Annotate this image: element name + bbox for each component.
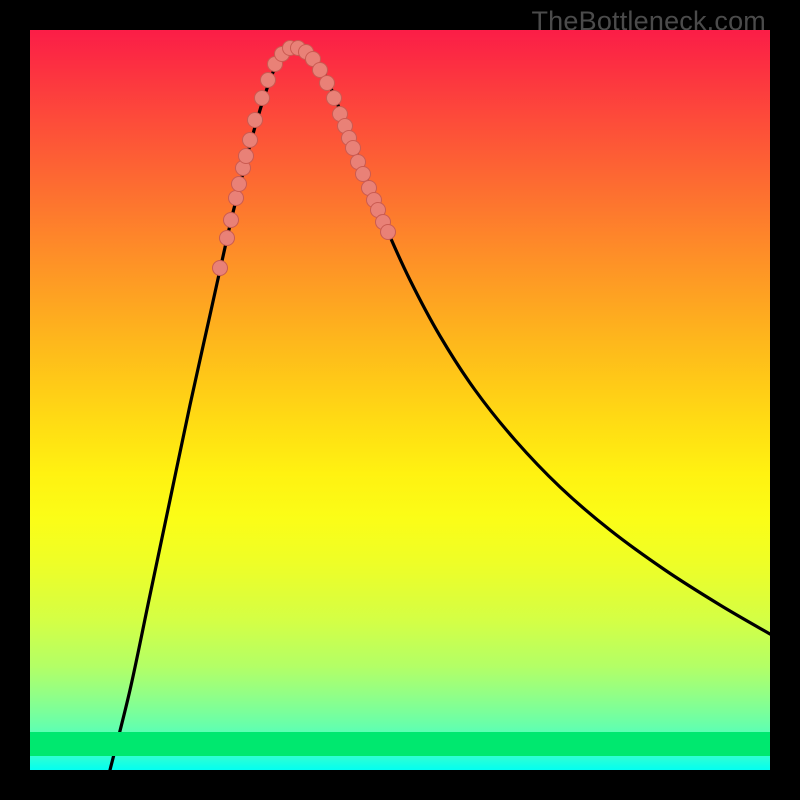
data-dot bbox=[255, 91, 270, 106]
data-dot bbox=[220, 231, 235, 246]
data-dot bbox=[224, 213, 239, 228]
data-dot bbox=[232, 177, 247, 192]
data-dot bbox=[248, 113, 263, 128]
data-dots-group bbox=[213, 41, 396, 276]
data-dot bbox=[229, 191, 244, 206]
data-dot bbox=[261, 73, 276, 88]
data-dot bbox=[356, 167, 371, 182]
data-dot bbox=[239, 149, 254, 164]
chart-frame: TheBottleneck.com bbox=[0, 0, 800, 800]
data-dot bbox=[243, 133, 258, 148]
bottleneck-curve bbox=[110, 47, 770, 770]
curve-layer bbox=[30, 30, 770, 770]
data-dot bbox=[327, 91, 342, 106]
plot-area bbox=[30, 30, 770, 770]
data-dot bbox=[381, 225, 396, 240]
data-dot bbox=[346, 141, 361, 156]
green-band bbox=[30, 732, 770, 756]
data-dot bbox=[213, 261, 228, 276]
data-dot bbox=[320, 76, 335, 91]
